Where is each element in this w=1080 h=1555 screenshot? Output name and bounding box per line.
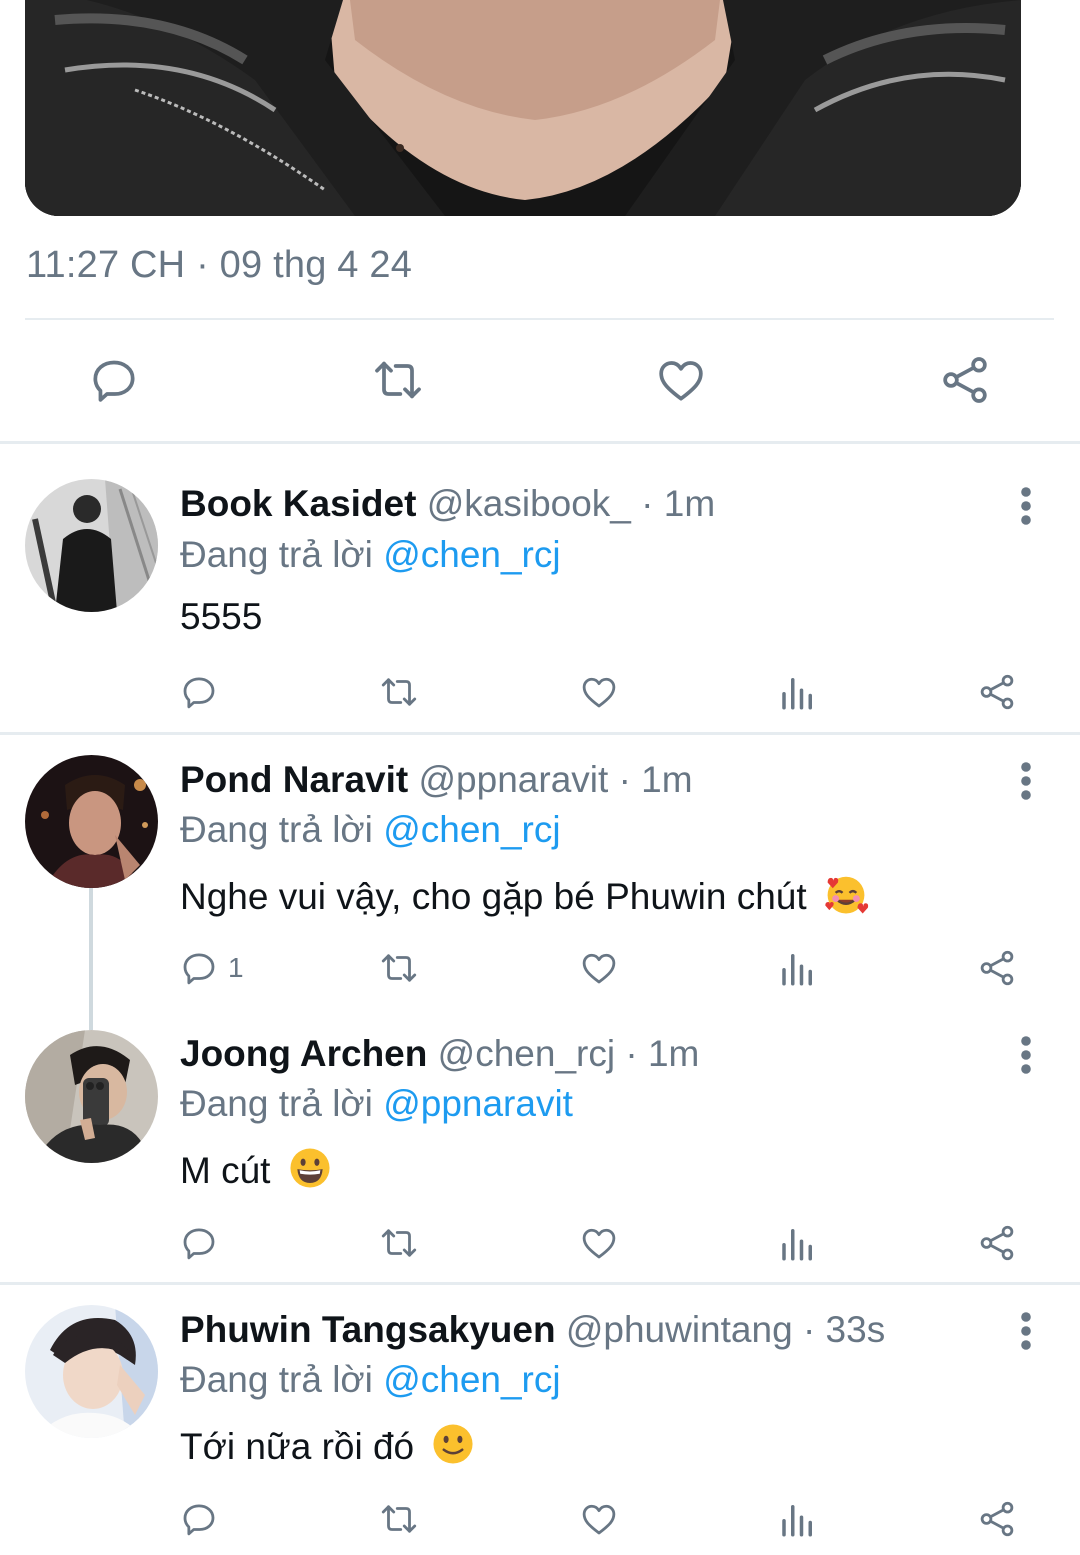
replying-to-line: Đang trả lời @chen_rcj [180,1359,561,1401]
reply-icon[interactable] [178,1221,228,1265]
reply-author-handle[interactable]: @chen_rcj [438,1033,615,1074]
reply-text: M cút [180,1145,333,1192]
retweet-icon[interactable] [378,1497,420,1541]
slightly-smiling-face-icon [433,1424,473,1464]
reply-text-content: Tới nữa rồi đó [180,1426,415,1467]
reply-action-bar [0,670,1080,714]
avatar[interactable] [25,755,158,888]
replying-to-label: Đang trả lời [180,534,373,575]
reply-icon[interactable] [178,1497,228,1541]
analytics-icon[interactable] [777,1221,819,1265]
like-icon[interactable] [578,1497,620,1541]
retweet-icon[interactable] [378,1221,420,1265]
more-options-icon[interactable] [1012,1035,1040,1075]
reply-time: · 1m [618,759,693,800]
like-icon[interactable] [578,946,620,990]
like-icon[interactable] [653,352,709,408]
replying-to-label: Đang trả lời [180,1359,373,1400]
reply-text: Nghe vui vậy, cho gặp bé Phuwin chút [180,871,869,918]
share-icon[interactable] [976,946,1018,990]
share-icon[interactable] [937,352,993,408]
reply-author-name[interactable]: Joong Archen [180,1033,427,1074]
reply-icon[interactable] [86,352,142,408]
reply-icon[interactable] [178,670,228,714]
replying-to-line: Đang trả lời @chen_rcj [180,809,561,851]
retweet-icon[interactable] [378,946,420,990]
reply-text: 5555 [180,596,262,638]
reply-action-bar: 1 [0,946,1080,990]
more-options-icon[interactable] [1012,761,1040,801]
share-icon[interactable] [976,1221,1018,1265]
reply-text-content: Nghe vui vậy, cho gặp bé Phuwin chút [180,876,807,917]
reply-time: · 33s [802,1309,886,1350]
tweet-timestamp: 11:27 CH · 09 thg 4 24 [26,244,413,286]
reply-count: 1 [228,952,244,983]
analytics-icon[interactable] [777,946,819,990]
divider [25,318,1054,320]
reply-action-bar [0,1497,1080,1541]
analytics-icon[interactable] [777,670,819,714]
replying-to-line: Đang trả lời @ppnaravit [180,1083,573,1125]
tweet-action-bar [0,352,1080,412]
reply-text: Tới nữa rồi đó [180,1421,476,1468]
reply-icon[interactable]: 1 [178,946,244,990]
reply-author-handle[interactable]: @kasibook_ [427,483,631,524]
reply-time: · 1m [625,1033,700,1074]
reply-author-handle[interactable]: @phuwintang [566,1309,793,1350]
avatar[interactable] [25,1305,158,1438]
retweet-icon[interactable] [370,352,426,408]
smiling-face-with-hearts-icon [825,876,869,914]
reply-action-bar [0,1221,1080,1265]
divider [0,1282,1080,1285]
more-options-icon[interactable] [1012,1311,1040,1351]
reply-time: · 1m [641,483,716,524]
divider [0,732,1080,735]
replying-to-mention[interactable]: @chen_rcj [383,534,560,575]
grinning-face-icon [290,1148,330,1188]
replying-to-label: Đang trả lời [180,809,373,850]
avatar[interactable] [25,479,158,612]
replying-to-mention[interactable]: @chen_rcj [383,1359,560,1400]
reply-author-name[interactable]: Book Kasidet [180,483,416,524]
share-icon[interactable] [976,670,1018,714]
share-icon[interactable] [976,1497,1018,1541]
more-options-icon[interactable] [1012,486,1040,526]
reply-text-content: M cút [180,1150,271,1191]
divider [0,441,1080,444]
like-icon[interactable] [578,1221,620,1265]
like-icon[interactable] [578,670,620,714]
tweet-media-image[interactable] [25,0,1021,216]
replying-to-line: Đang trả lời @chen_rcj [180,534,561,576]
reply-text-content: 5555 [180,596,263,637]
retweet-icon[interactable] [378,670,420,714]
analytics-icon[interactable] [777,1497,819,1541]
replying-to-mention[interactable]: @chen_rcj [383,809,560,850]
reply-author-name[interactable]: Phuwin Tangsakyuen [180,1309,556,1350]
avatar[interactable] [25,1030,158,1163]
reply-author-handle[interactable]: @ppnaravit [419,759,609,800]
replying-to-mention[interactable]: @ppnaravit [383,1083,573,1124]
replying-to-label: Đang trả lời [180,1083,373,1124]
reply-author-name[interactable]: Pond Naravit [180,759,408,800]
